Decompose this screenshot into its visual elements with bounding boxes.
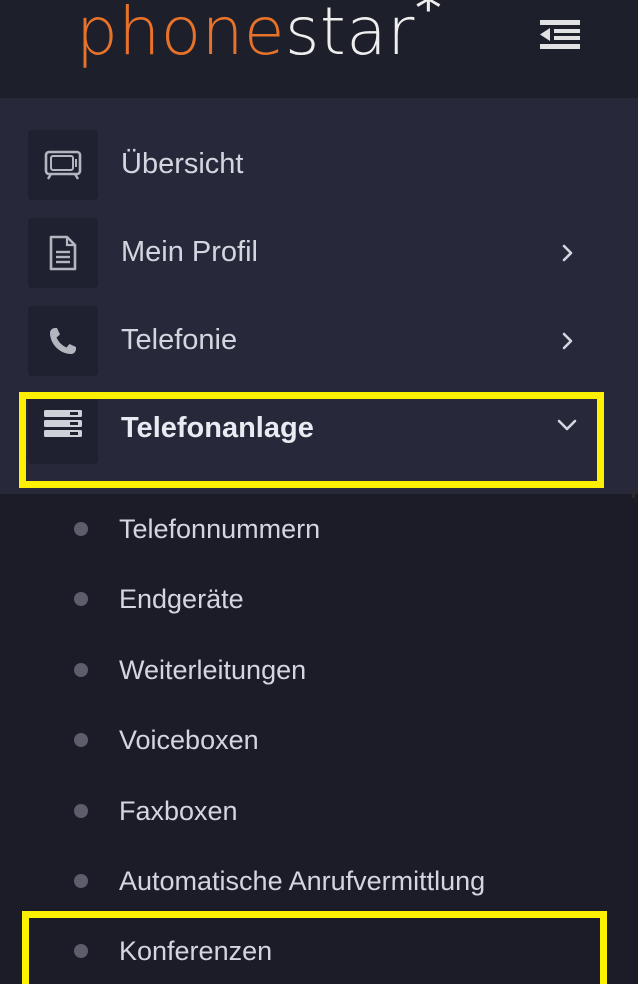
chevron-down-icon (557, 419, 577, 431)
submenu-item-faxboxen[interactable]: Faxboxen (0, 776, 638, 846)
bullet-icon (74, 663, 88, 677)
bullet-icon (74, 804, 88, 818)
submenu-item-telefonnummern[interactable]: Telefonnummern (0, 494, 638, 564)
bullet-icon (74, 944, 88, 958)
menu-item-label: Telefonie (121, 324, 238, 356)
phonestar-logo[interactable]: phonestar* (76, 0, 442, 70)
menu-item-label: Mein Profil (121, 236, 258, 268)
bullet-icon (74, 733, 88, 747)
logo-star-text: star (285, 0, 415, 70)
submenu-item-automatische-anrufvermittlung[interactable]: Automatische Anrufvermittlung (0, 846, 638, 916)
main-menu: Übersicht Mein Profil Telefonie Telefona… (0, 98, 638, 494)
monitor-icon (28, 130, 98, 200)
phone-icon (28, 306, 98, 376)
submenu-item-weiterleitungen[interactable]: Weiterleitungen (0, 635, 638, 705)
submenu-item-label: Telefonnummern (119, 514, 321, 544)
submenu-item-label: Konferenzen (119, 936, 273, 966)
bullet-icon (74, 522, 88, 536)
submenu-item-label: Faxboxen (119, 796, 238, 826)
text-cursor-icon (632, 488, 635, 498)
logo-phone-text: phone (76, 0, 286, 70)
bullet-icon (74, 592, 88, 606)
telefonanlage-submenu: Telefonnummern Endgeräte Weiterleitungen… (0, 494, 638, 984)
server-icon (28, 394, 98, 464)
bullet-icon (74, 874, 88, 888)
menu-item-mein-profil[interactable]: Mein Profil (0, 208, 638, 296)
submenu-item-label: Voiceboxen (119, 725, 259, 755)
document-icon (28, 218, 98, 288)
submenu-item-voiceboxen[interactable]: Voiceboxen (0, 705, 638, 775)
chevron-right-icon (562, 244, 573, 262)
submenu-item-label: Automatische Anrufvermittlung (119, 866, 486, 896)
chevron-right-icon (562, 332, 573, 350)
logo-asterisk: * (414, 0, 443, 40)
menu-item-telefonie[interactable]: Telefonie (0, 296, 638, 384)
menu-item-label: Übersicht (121, 148, 244, 180)
submenu-item-endgeraete[interactable]: Endgeräte (0, 564, 638, 634)
sidebar-collapse-icon[interactable] (540, 18, 580, 50)
menu-item-uebersicht[interactable]: Übersicht (0, 120, 638, 208)
menu-item-telefonanlage[interactable]: Telefonanlage (0, 384, 638, 472)
sidebar-header: phonestar* (0, 0, 638, 98)
menu-item-label: Telefonanlage (121, 412, 314, 444)
submenu-item-label: Weiterleitungen (119, 655, 307, 685)
submenu-item-label: Endgeräte (119, 584, 244, 614)
submenu-item-konferenzen[interactable]: Konferenzen (0, 916, 638, 984)
